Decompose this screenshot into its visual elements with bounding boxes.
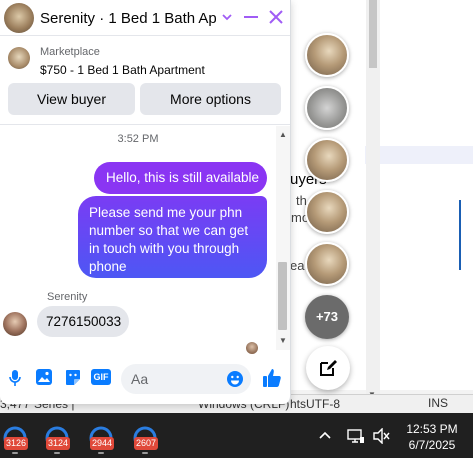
chevron-down-icon[interactable]: [220, 10, 234, 24]
status-fragment: hts: [290, 397, 307, 411]
sender-avatar[interactable]: [3, 312, 27, 336]
like-icon[interactable]: [262, 368, 282, 388]
chat-header[interactable]: Serenity · 1 Bed 1 Bath Apa...: [0, 0, 290, 36]
notification-badge: 3124: [46, 437, 71, 450]
marketplace-listing-card: Marketplace $750 - 1 Bed 1 Bath Apartmen…: [0, 37, 290, 125]
app-running-indicator: [98, 452, 104, 454]
listing-title: $750 - 1 Bed 1 Bath Apartment: [40, 63, 205, 77]
close-icon[interactable]: [268, 9, 284, 25]
clock-date[interactable]: 6/7/2025: [404, 438, 460, 452]
chevron-up-icon[interactable]: [319, 430, 331, 440]
message-thread: 3:52 PM Hello, this is still available P…: [0, 126, 276, 354]
microphone-icon[interactable]: [8, 369, 22, 387]
more-chats-badge[interactable]: +73: [305, 295, 349, 339]
scroll-up-arrow[interactable]: ▲: [279, 130, 287, 139]
app-running-indicator: [142, 452, 148, 454]
chat-scrollbar-thumb[interactable]: [278, 262, 287, 330]
status-utf: UTF-8: [306, 397, 340, 411]
chat-head-avatar[interactable]: [305, 242, 349, 286]
outgoing-message[interactable]: Please send me your phn number so that w…: [78, 196, 267, 278]
new-message-button[interactable]: [306, 346, 350, 390]
emoji-icon[interactable]: [226, 370, 244, 388]
network-icon[interactable]: [347, 428, 365, 444]
background-scrollbar-thumb[interactable]: [369, 0, 377, 68]
messenger-chat-window: Serenity · 1 Bed 1 Bath Apa... Marketpla…: [0, 0, 291, 404]
volume-muted-icon[interactable]: [373, 428, 391, 444]
sticker-icon[interactable]: [64, 368, 82, 386]
photo-icon[interactable]: [35, 368, 53, 386]
marketplace-label: Marketplace: [40, 46, 100, 58]
message-timestamp: 3:52 PM: [117, 133, 159, 145]
chat-avatar[interactable]: [4, 3, 34, 33]
sender-name: Serenity: [47, 291, 88, 303]
clock-time[interactable]: 12:53 PM: [404, 422, 460, 436]
chat-head-avatar[interactable]: [305, 190, 349, 234]
chat-head-avatar[interactable]: [305, 86, 349, 130]
app-running-indicator: [12, 452, 18, 454]
message-composer: GIF: [0, 351, 290, 404]
more-options-button[interactable]: More options: [140, 83, 281, 115]
incoming-message[interactable]: 7276150033: [37, 306, 129, 337]
chat-head-avatar[interactable]: [305, 33, 349, 77]
view-buyer-button[interactable]: View buyer: [8, 83, 135, 115]
scroll-down-arrow[interactable]: ▼: [279, 336, 287, 345]
background-caret: [459, 200, 461, 270]
notification-badge: 3126: [4, 437, 29, 450]
more-chats-count: +73: [315, 309, 339, 324]
windows-taskbar: [0, 413, 473, 458]
chat-title[interactable]: Serenity · 1 Bed 1 Bath Apa...: [40, 10, 216, 27]
notification-badge: 2944: [90, 437, 115, 450]
new-message-icon: [320, 360, 337, 376]
app-running-indicator: [54, 452, 60, 454]
status-ins: INS: [428, 396, 449, 410]
listing-thumbnail: [8, 47, 30, 69]
notification-badge: 2607: [134, 437, 159, 450]
chat-head-avatar[interactable]: [305, 138, 349, 182]
background-selected-row: [365, 146, 473, 164]
gif-icon[interactable]: GIF: [91, 369, 111, 385]
outgoing-message[interactable]: Hello, this is still available: [94, 162, 267, 194]
minimize-icon[interactable]: [244, 16, 258, 18]
background-text-fragment: ea: [290, 258, 305, 273]
